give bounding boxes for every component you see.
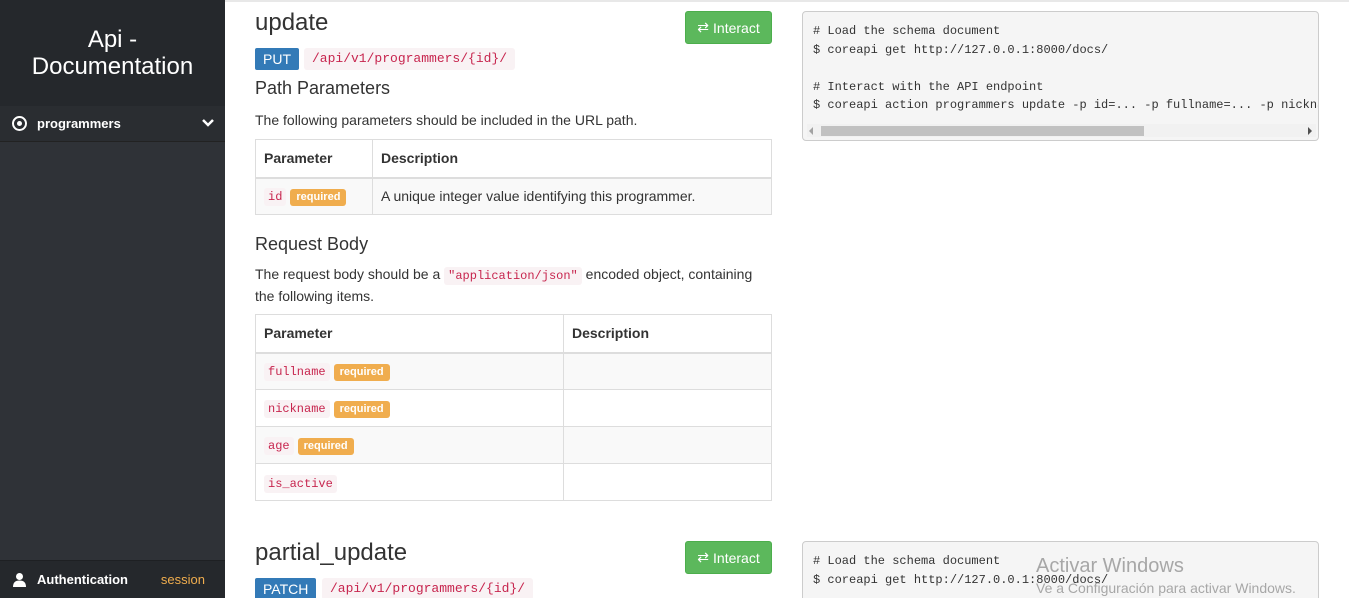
authentication-bar[interactable]: Authentication session xyxy=(0,560,225,598)
interact-button[interactable]: ⇄ Interact xyxy=(685,11,772,44)
request-body-heading: Request Body xyxy=(255,234,369,254)
column-header-description: Description xyxy=(372,139,772,179)
chevron-down-icon xyxy=(202,119,214,127)
required-badge: required xyxy=(333,400,390,418)
parameter-name: is_active xyxy=(264,474,337,493)
code-line: # Load the schema document xyxy=(813,24,1001,38)
sidebar-item-programmers[interactable]: programmers xyxy=(0,106,225,142)
sidebar-item-label: programmers xyxy=(37,116,121,131)
path-parameters-description: The following parameters should be inclu… xyxy=(255,112,638,128)
parameter-cell: is_active xyxy=(255,463,564,501)
exchange-icon: ⇄ xyxy=(697,19,710,35)
request-body-text-start: The request body should be a xyxy=(255,266,445,282)
column-header-parameter: Parameter xyxy=(255,314,564,354)
request-body-description: The request body should be a "applicatio… xyxy=(255,264,775,306)
exchange-icon: ⇄ xyxy=(697,549,710,565)
parameter-name: nickname xyxy=(264,399,330,418)
endpoint-title: partial_update xyxy=(255,539,408,566)
description-cell xyxy=(563,352,772,390)
code-sample: # Load the schema document $ coreapi get… xyxy=(803,12,1318,115)
table-row: fullname required xyxy=(255,352,772,390)
path-parameters-heading: Path Parameters xyxy=(255,78,391,98)
code-sample-panel: # Load the schema document $ coreapi get… xyxy=(802,11,1319,141)
parameter-cell: id required xyxy=(255,177,373,215)
endpoint-path: /api/v1/programmers/{id}/ xyxy=(322,578,534,598)
interact-label: Interact xyxy=(713,19,760,36)
required-badge: required xyxy=(297,437,354,455)
code-line: $ coreapi get http://127.0.0.1:8000/docs… xyxy=(813,42,1109,57)
watermark-title: Activar Windows xyxy=(1036,555,1184,577)
interact-button[interactable]: ⇄ Interact xyxy=(685,541,772,574)
path-parameters-table: Parameter Description id required A uniqu… xyxy=(255,139,772,215)
description-cell xyxy=(563,463,772,501)
authentication-session-link[interactable]: session xyxy=(161,572,205,587)
content-type-code: "application/json" xyxy=(444,267,582,285)
parameter-cell: fullname required xyxy=(255,352,564,390)
windows-activation-watermark: Activar Windows Ve a Configuración para … xyxy=(1036,555,1296,596)
parameter-name: age xyxy=(264,436,294,455)
parameter-cell: nickname required xyxy=(255,389,564,427)
table-row: id required A unique integer value identi… xyxy=(255,177,772,215)
required-badge: required xyxy=(333,363,390,381)
table-row: age required xyxy=(255,426,772,464)
code-line: # Load the schema document xyxy=(813,554,1001,568)
horizontal-scrollbar[interactable] xyxy=(807,124,1316,137)
description-cell: A unique integer value identifying this … xyxy=(372,177,772,215)
code-line: # Interact with the API endpoint xyxy=(813,79,1044,94)
required-badge: required xyxy=(290,188,347,206)
parameter-cell: age required xyxy=(255,426,564,464)
app-title: Api - Documentation xyxy=(31,26,194,80)
method-badge: PATCH xyxy=(255,578,317,598)
endpoint-title: update xyxy=(255,9,329,36)
scrollbar-thumb[interactable] xyxy=(821,126,1144,136)
watermark-subtitle: Ve a Configuración para activar Windows. xyxy=(1036,580,1296,596)
scroll-left-icon[interactable] xyxy=(809,127,813,135)
request-body-table: Parameter Description fullname required n… xyxy=(255,314,772,501)
parameter-name: fullname xyxy=(264,362,330,381)
user-icon xyxy=(13,573,26,587)
method-badge: PUT xyxy=(255,48,299,70)
description-cell xyxy=(563,389,772,427)
parameter-name: id xyxy=(264,187,287,206)
column-header-parameter: Parameter xyxy=(255,139,373,179)
scroll-right-icon[interactable] xyxy=(1308,127,1312,135)
column-header-description: Description xyxy=(563,314,772,354)
sidebar: Api - Documentation programmers Authenti… xyxy=(0,0,225,598)
code-line: $ coreapi action programmers update -p i… xyxy=(813,98,1318,112)
table-row: nickname required xyxy=(255,389,772,427)
target-icon xyxy=(12,116,27,131)
description-cell xyxy=(563,426,772,464)
table-row: is_active xyxy=(255,463,772,501)
brand-header: Api - Documentation xyxy=(0,0,225,106)
top-divider xyxy=(225,0,1349,2)
authentication-label: Authentication xyxy=(37,572,128,587)
endpoint-path: /api/v1/programmers/{id}/ xyxy=(304,48,516,70)
interact-label: Interact xyxy=(713,549,760,566)
